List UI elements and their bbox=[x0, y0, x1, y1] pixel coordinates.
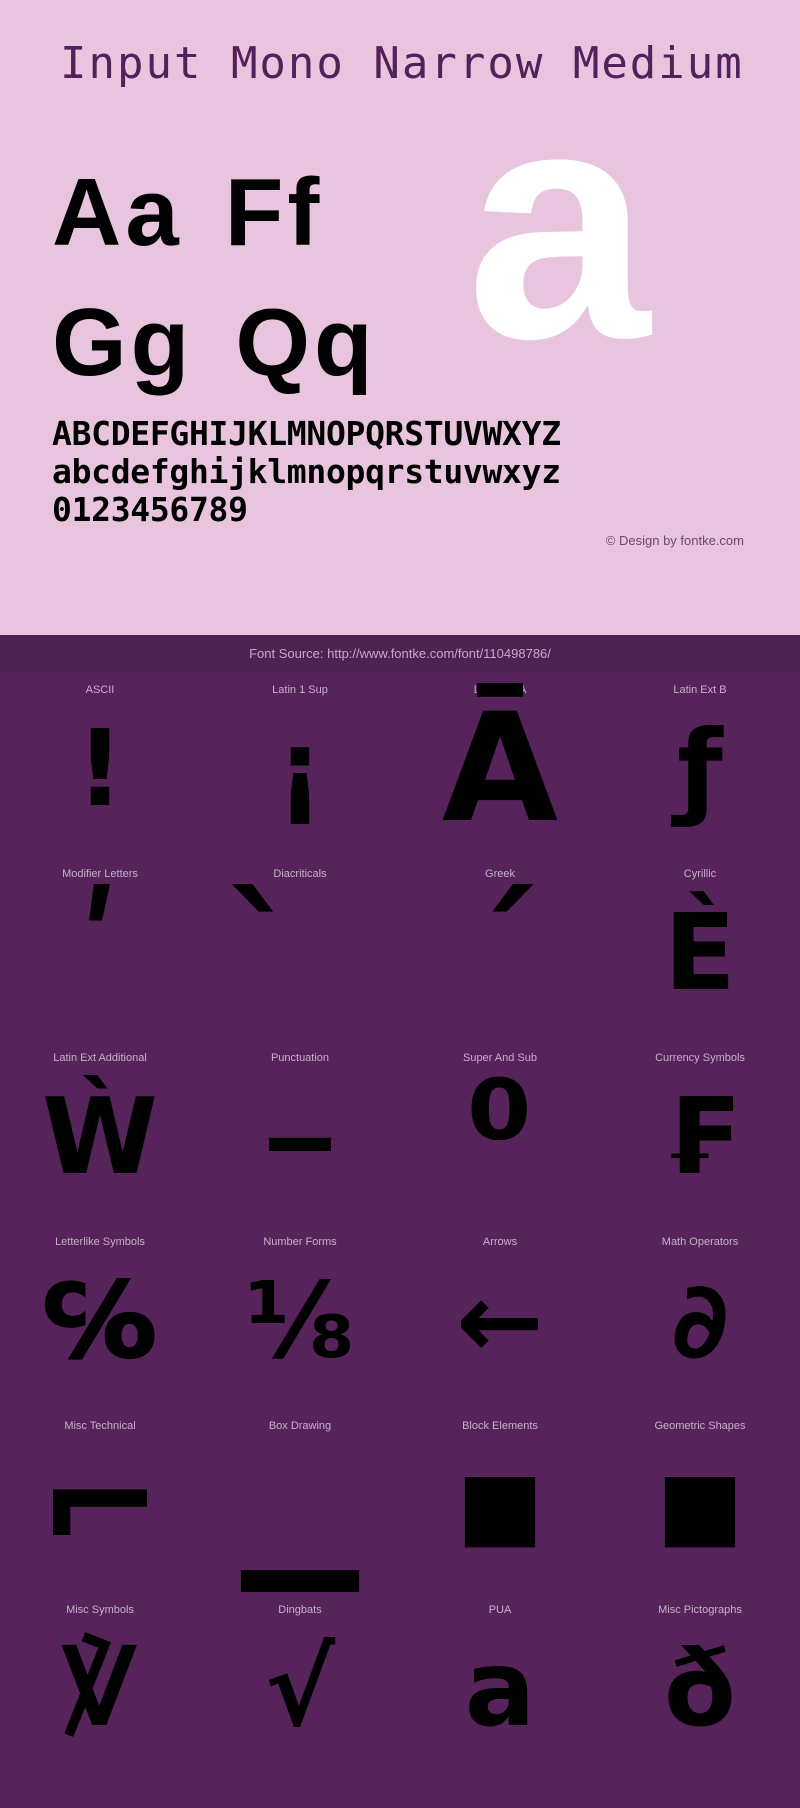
big-sample-right: Ff bbox=[224, 159, 324, 266]
font-source-text: Font Source: http://www.fontke.com/font/… bbox=[249, 646, 551, 661]
block-cell-pua[interactable]: PUA a bbox=[400, 1592, 600, 1776]
block-glyph: ð bbox=[663, 1627, 737, 1750]
block-row: ASCII ! Latin 1 Sup ¡ Latin Ext A Ā Lati… bbox=[0, 672, 800, 856]
big-sample-row: Aa Ff bbox=[52, 148, 472, 278]
block-glyph: ʹ bbox=[77, 866, 123, 1040]
charset-group: ABCDEFGHIJKLMNOPQRSTUVWXYZ abcdefghijklm… bbox=[52, 415, 752, 529]
block-row: Misc Symbols ℣ Dingbats √ PUA a Misc Pic… bbox=[0, 1592, 800, 1776]
charset-lowercase: abcdefghijklmnopqrstuvwxyz bbox=[52, 452, 561, 491]
page-title: Input Mono Narrow Medium bbox=[60, 38, 744, 89]
block-glyph: √ bbox=[264, 1627, 336, 1750]
big-sample-left: Aa bbox=[52, 159, 183, 266]
block-cell-latin-ext-additional[interactable]: Latin Ext Additional Ẁ bbox=[0, 1040, 200, 1224]
block-glyph: ¡ bbox=[276, 707, 324, 830]
block-cell-modifier-letters[interactable]: Modifier Letters ʹ bbox=[0, 856, 200, 1040]
block-cell-misc-technical[interactable]: Misc Technical ⌐ bbox=[0, 1408, 200, 1592]
block-cell-latin-ext-a[interactable]: Latin Ext A Ā bbox=[400, 672, 600, 856]
block-glyph: Ẁ bbox=[42, 1075, 158, 1198]
design-credit: © Design by fontke.com bbox=[605, 533, 744, 548]
block-glyph: ∂ bbox=[671, 1259, 729, 1382]
block-row: Latin Ext Additional Ẁ Punctuation ‒ Sup… bbox=[0, 1040, 800, 1224]
block-cell-greek[interactable]: Greek ΄ bbox=[400, 856, 600, 1040]
block-row: Letterlike Symbols ℅ Number Forms ⅛ Arro… bbox=[0, 1224, 800, 1408]
charset-digits: 0123456789 bbox=[52, 490, 248, 529]
block-row: Modifier Letters ʹ Diacriticals ̀ Greek … bbox=[0, 856, 800, 1040]
block-cell-cyrillic[interactable]: Cyrillic Ѐ bbox=[600, 856, 800, 1040]
block-glyph: ‒ bbox=[263, 1075, 337, 1198]
block-cell-geometric-shapes[interactable]: Geometric Shapes ■ bbox=[600, 1408, 800, 1592]
block-glyph: ■ bbox=[656, 1451, 744, 1558]
block-cell-ascii[interactable]: ASCII ! bbox=[0, 672, 200, 856]
big-sample-left: Gg bbox=[52, 289, 194, 396]
block-cell-misc-pictographs[interactable]: Misc Pictographs ð bbox=[600, 1592, 800, 1776]
block-glyph: ℅ bbox=[42, 1259, 158, 1382]
block-glyph: ⌐ bbox=[37, 1418, 163, 1592]
block-cell-number-forms[interactable]: Number Forms ⅛ bbox=[200, 1224, 400, 1408]
block-glyph: ₣ bbox=[663, 1075, 737, 1198]
block-cell-letterlike-symbols[interactable]: Letterlike Symbols ℅ bbox=[0, 1224, 200, 1408]
unicode-block-grid: ASCII ! Latin 1 Sup ¡ Latin Ext A Ā Lati… bbox=[0, 672, 800, 1808]
block-glyph: ⁰ bbox=[467, 1050, 533, 1224]
block-cell-latin-1-sup[interactable]: Latin 1 Sup ¡ bbox=[200, 672, 400, 856]
watermark-glyph: a bbox=[466, 38, 650, 407]
block-cell-arrows[interactable]: Arrows ← bbox=[400, 1224, 600, 1408]
block-glyph: ▁ bbox=[242, 1418, 358, 1592]
block-glyph: ■ bbox=[456, 1451, 544, 1558]
block-row: Misc Technical ⌐ Box Drawing ▁ Block Ele… bbox=[0, 1408, 800, 1592]
block-glyph: Ѐ bbox=[664, 891, 736, 1014]
block-glyph: ⅛ bbox=[245, 1259, 355, 1382]
block-cell-latin-ext-b[interactable]: Latin Ext B ƒ bbox=[600, 672, 800, 856]
big-sample-group: Aa Ff Gg Qq bbox=[52, 148, 472, 408]
block-cell-block-elements[interactable]: Block Elements ■ bbox=[400, 1408, 600, 1592]
block-glyph: a bbox=[464, 1627, 536, 1750]
block-glyph: ℣ bbox=[60, 1627, 140, 1750]
block-cell-super-and-sub[interactable]: Super And Sub ⁰ bbox=[400, 1040, 600, 1224]
block-cell-punctuation[interactable]: Punctuation ‒ bbox=[200, 1040, 400, 1224]
block-cell-math-operators[interactable]: Math Operators ∂ bbox=[600, 1224, 800, 1408]
charset-uppercase: ABCDEFGHIJKLMNOPQRSTUVWXYZ bbox=[52, 414, 561, 453]
block-cell-currency-symbols[interactable]: Currency Symbols ₣ bbox=[600, 1040, 800, 1224]
block-cell-diacriticals[interactable]: Diacriticals ̀ bbox=[200, 856, 400, 1040]
block-cell-misc-symbols[interactable]: Misc Symbols ℣ bbox=[0, 1592, 200, 1776]
block-glyph: ΄ bbox=[466, 866, 534, 1040]
block-glyph: ̀ bbox=[200, 866, 400, 1040]
block-glyph: Ā bbox=[441, 682, 559, 856]
big-sample-row: Gg Qq bbox=[52, 278, 472, 408]
block-cell-dingbats[interactable]: Dingbats √ bbox=[200, 1592, 400, 1776]
block-glyph: ! bbox=[76, 707, 124, 830]
block-glyph: ƒ bbox=[677, 707, 723, 830]
big-sample-right: Qq bbox=[235, 289, 377, 396]
block-glyph: ← bbox=[456, 1259, 544, 1382]
specimen-panel: a Input Mono Narrow Medium Aa Ff Gg Qq ABC… bbox=[0, 0, 800, 635]
block-cell-box-drawing[interactable]: Box Drawing ▁ bbox=[200, 1408, 400, 1592]
font-source-bar: Font Source: http://www.fontke.com/font/… bbox=[0, 635, 800, 672]
